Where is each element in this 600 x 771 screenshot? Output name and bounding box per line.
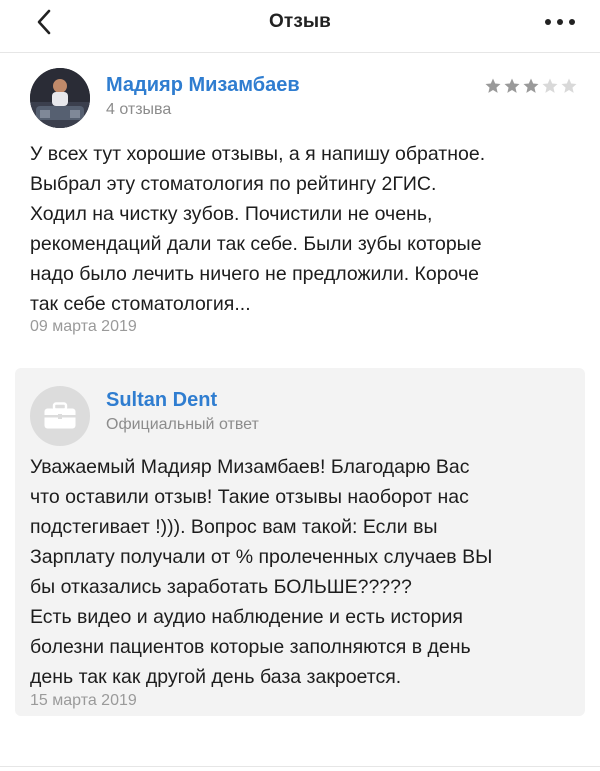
star-icon bbox=[485, 78, 501, 93]
header-divider bbox=[0, 52, 600, 53]
review-screen: Отзыв Мадияр Мизамбаев 4 отзыва У всех т… bbox=[0, 0, 600, 771]
company-name[interactable]: Sultan Dent bbox=[106, 389, 217, 412]
briefcase-icon bbox=[44, 402, 76, 429]
review-text: У всех тут хорошие отзывы, а я напишу об… bbox=[30, 143, 486, 315]
response-date: 15 марта 2019 bbox=[30, 692, 137, 709]
more-horizontal-icon bbox=[545, 19, 575, 25]
company-logo[interactable] bbox=[30, 386, 90, 446]
response-text: Уважаемый Мадияр Мизамбаев! Благодарю Ва… bbox=[30, 456, 493, 688]
chevron-left-icon bbox=[37, 9, 51, 35]
more-button[interactable] bbox=[542, 10, 578, 34]
star-empty-icon bbox=[561, 78, 577, 93]
back-button[interactable] bbox=[28, 6, 60, 38]
page-title: Отзыв bbox=[269, 11, 331, 32]
review-date: 09 марта 2019 bbox=[30, 318, 137, 335]
author-avatar[interactable] bbox=[30, 68, 90, 128]
avatar-photo bbox=[30, 68, 90, 128]
author-reviews-count: 4 отзыва bbox=[106, 101, 172, 118]
bottom-divider bbox=[0, 766, 600, 767]
author-name[interactable]: Мадияр Мизамбаев bbox=[106, 74, 300, 97]
top-bar: Отзыв bbox=[0, 0, 600, 44]
star-empty-icon bbox=[542, 78, 558, 93]
star-icon bbox=[523, 78, 539, 93]
rating-stars bbox=[484, 77, 578, 95]
star-icon bbox=[504, 78, 520, 93]
official-response-label: Официальный ответ bbox=[106, 416, 259, 433]
